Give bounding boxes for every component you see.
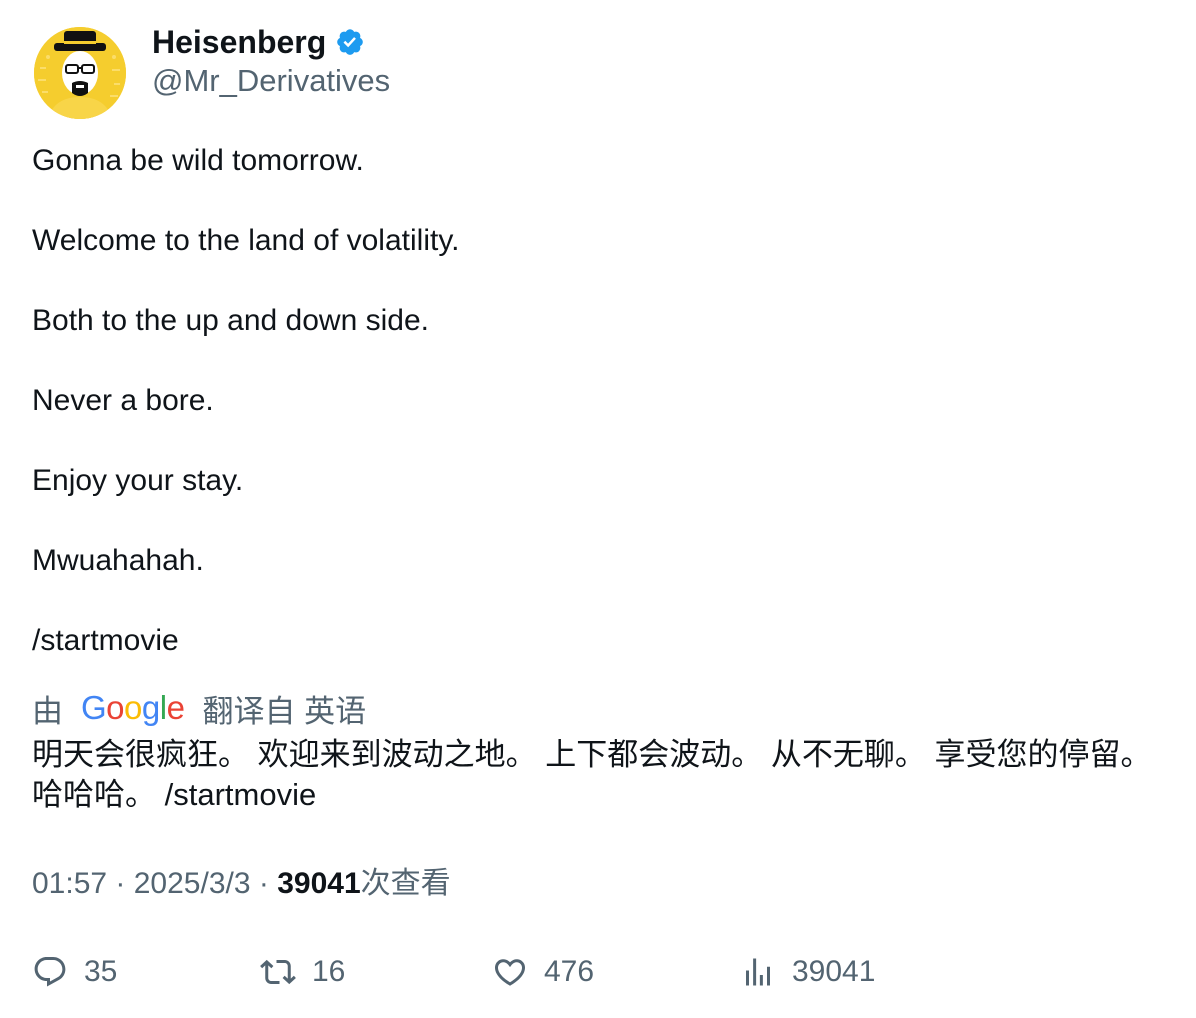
meta-separator: · (250, 867, 278, 900)
translation-attribution: 由 Google 翻译自 英语 (32, 687, 366, 729)
tweet-line: Welcome to the land of volatility. (32, 224, 460, 257)
author-display-name[interactable]: Heisenberg (152, 22, 326, 62)
meta-separator: · (107, 867, 134, 900)
views-count: 39041 (277, 867, 361, 900)
reply-icon (34, 957, 66, 987)
tweet-text: Gonna be wild tomorrow. Welcome to the l… (32, 141, 1162, 661)
retweet-count: 16 (312, 955, 346, 988)
verified-badge-icon (337, 29, 364, 55)
tweet-meta: 01:57 · 2025/3/3 · 39041次查看 (32, 864, 451, 904)
views-action-count: 39041 (792, 955, 876, 988)
reply-count: 35 (84, 955, 118, 988)
tweet-line: Never a bore. (32, 384, 214, 417)
retweet-button[interactable]: 16 (260, 950, 345, 994)
tweet-line: Gonna be wild tomorrow. (32, 144, 364, 177)
heart-icon (494, 959, 526, 986)
tweet-line: Mwuahahah. (32, 544, 204, 577)
tweet-card: Heisenberg @Mr_Derivatives Gonna be wild… (0, 0, 1196, 1018)
translated-text: 明天会很疯狂。 欢迎来到波动之地。 上下都会波动。 从不无聊。 享受您的停留。 … (32, 737, 1152, 812)
views-chart-icon (746, 958, 770, 986)
author-display-name-row[interactable]: Heisenberg (152, 22, 365, 62)
tweet-hashtag-link[interactable]: /startmovie (32, 621, 1162, 661)
views-button[interactable]: 39041 (740, 950, 875, 994)
translated-from-label[interactable]: 翻译自 英语 (202, 686, 366, 731)
views-suffix: 次查看 (360, 867, 451, 900)
tweet-line: Both to the up and down side. (32, 304, 429, 337)
translated-by-label: 由 (32, 693, 63, 729)
google-logo[interactable]: Google (81, 689, 185, 727)
like-button[interactable]: 476 (492, 950, 594, 994)
tweet-line: Enjoy your stay. (32, 464, 244, 497)
avatar[interactable] (34, 27, 126, 119)
action-bar: 35 16 476 39041 (32, 950, 1162, 994)
like-count: 476 (544, 955, 595, 988)
retweet-icon (260, 959, 296, 985)
heisenberg-avatar-icon (34, 27, 126, 119)
tweet-time[interactable]: 01:57 (32, 867, 107, 900)
author-handle[interactable]: @Mr_Derivatives (152, 61, 390, 101)
tweet-date[interactable]: 2025/3/3 (134, 867, 251, 900)
reply-button[interactable]: 35 (32, 950, 117, 994)
